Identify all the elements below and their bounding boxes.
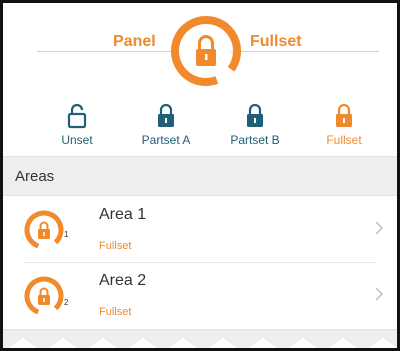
mode-partset-a[interactable]: Partset A	[121, 103, 211, 147]
panel-label: Panel	[113, 33, 156, 50]
arm-mode-bar: Unset Partset A Partset B Fullset	[3, 103, 397, 153]
mode-label: Unset	[61, 133, 93, 147]
mode-unset[interactable]: Unset	[32, 103, 122, 147]
bottom-pattern	[3, 329, 397, 348]
lock-icon	[158, 103, 174, 127]
mode-fullset[interactable]: Fullset	[299, 103, 389, 147]
area-number: 2	[64, 298, 69, 307]
area-number: 1	[64, 230, 69, 239]
area-row[interactable]: 1 Area 1 Fullset	[3, 197, 397, 263]
app-window: Panel Fullset Unset Partset A Partset B …	[0, 0, 400, 351]
lock-icon	[336, 103, 352, 127]
areas-section-header: Areas	[3, 156, 397, 196]
header-divider-right	[231, 51, 379, 52]
area-status: Fullset	[99, 306, 132, 318]
current-mode-label: Fullset	[250, 33, 302, 50]
chevron-right-icon	[375, 221, 384, 235]
area-lock-icon: 2	[24, 276, 69, 316]
area-name: Area 1	[99, 206, 147, 223]
lock-icon	[247, 103, 263, 127]
panel-header: Panel Fullset Unset Partset A Partset B …	[3, 3, 397, 153]
chevron-right-icon	[375, 287, 384, 301]
panel-status-lock-icon[interactable]	[170, 13, 242, 89]
area-name: Area 2	[99, 272, 147, 289]
mode-label: Fullset	[326, 133, 362, 147]
mode-label: Partset B	[230, 133, 280, 147]
area-lock-icon: 1	[24, 210, 69, 250]
unlock-icon	[67, 103, 87, 129]
header-divider-left	[37, 51, 175, 52]
mode-label: Partset A	[141, 133, 191, 147]
area-row[interactable]: 2 Area 2 Fullset	[3, 263, 397, 329]
area-status: Fullset	[99, 240, 132, 252]
zigzag-decoration	[8, 338, 397, 348]
mode-partset-b[interactable]: Partset B	[210, 103, 300, 147]
areas-title: Areas	[15, 168, 55, 185]
